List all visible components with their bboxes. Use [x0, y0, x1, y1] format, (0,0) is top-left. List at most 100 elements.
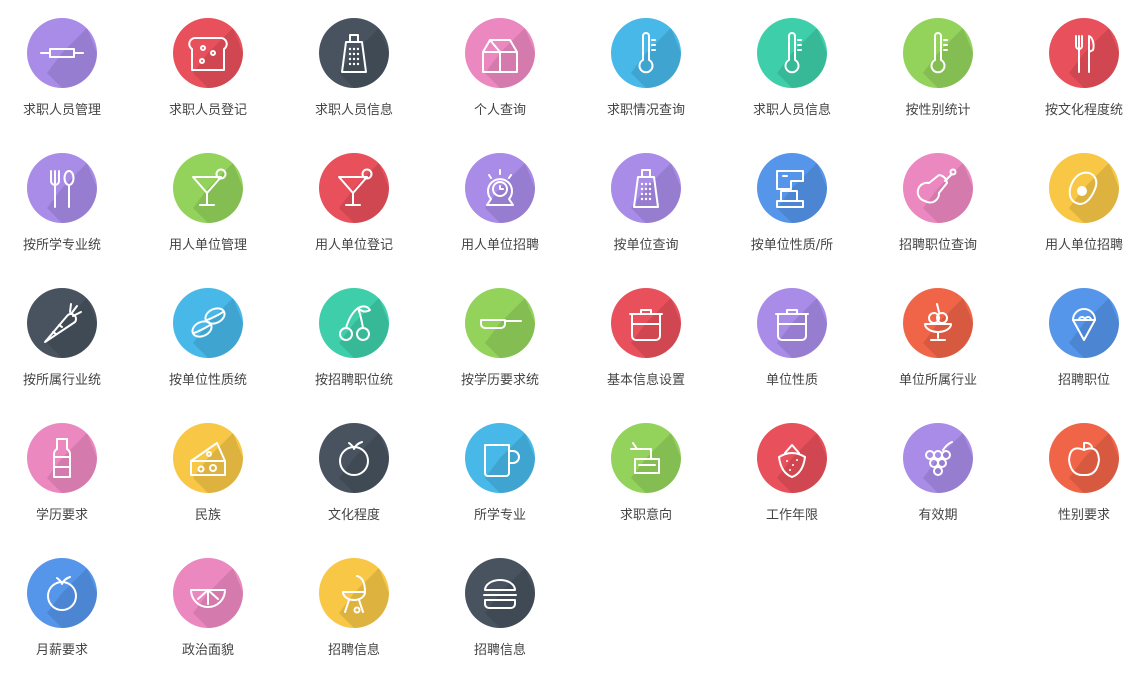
grapes-icon[interactable]	[903, 423, 973, 493]
app-tile[interactable]: 性别要求	[1011, 405, 1136, 540]
strawberry-icon[interactable]	[757, 423, 827, 493]
bottle-icon[interactable]	[27, 423, 97, 493]
app-tile[interactable]: 用人单位招聘	[427, 135, 573, 270]
app-tile[interactable]: 有效期	[865, 405, 1011, 540]
app-tile[interactable]: 按单位查询	[573, 135, 719, 270]
orange-fruit-icon[interactable]	[319, 423, 389, 493]
grater-icon[interactable]	[611, 153, 681, 223]
tile-label: 民族	[194, 508, 221, 523]
grill-icon[interactable]	[319, 558, 389, 628]
tile-label: 按招聘职位统	[314, 373, 393, 388]
app-tile[interactable]: 招聘职位查询	[865, 135, 1011, 270]
orange-fruit-icon[interactable]	[27, 558, 97, 628]
app-tile[interactable]: 按性别统计	[865, 0, 1011, 135]
tile-label: 招聘信息	[327, 643, 380, 658]
carrot-icon[interactable]	[27, 288, 97, 358]
fork-spoon-icon[interactable]	[27, 153, 97, 223]
app-tile[interactable]: 按招聘职位统	[281, 270, 427, 405]
tile-label: 用人单位管理	[168, 238, 247, 253]
app-tile[interactable]: 按单位性质/所	[719, 135, 865, 270]
cocktail-icon[interactable]	[173, 153, 243, 223]
tile-label: 求职人员信息	[752, 103, 831, 118]
tile-label: 求职人员信息	[314, 103, 393, 118]
sundae-icon[interactable]	[903, 288, 973, 358]
avocado-icon[interactable]	[1049, 153, 1119, 223]
app-tile[interactable]: 用人单位登记	[281, 135, 427, 270]
app-tile[interactable]: 按单位性质统	[135, 270, 281, 405]
tile-label: 所学专业	[473, 508, 526, 523]
burger-icon[interactable]	[465, 558, 535, 628]
tile-label: 文化程度	[327, 508, 380, 523]
app-tile[interactable]: 学历要求	[0, 405, 135, 540]
app-tile[interactable]: 按所学专业统	[0, 135, 135, 270]
app-tile[interactable]: 求职人员信息	[719, 0, 865, 135]
tile-label: 性别要求	[1057, 508, 1110, 523]
tile-label: 按所属行业统	[22, 373, 101, 388]
tile-label: 按学历要求统	[460, 373, 539, 388]
tile-label: 按所学专业统	[22, 238, 101, 253]
app-tile[interactable]: 用人单位管理	[135, 135, 281, 270]
fork-knife-icon[interactable]	[1049, 18, 1119, 88]
mixer-icon[interactable]	[757, 153, 827, 223]
cheese-icon[interactable]	[173, 423, 243, 493]
app-tile[interactable]: 招聘信息	[281, 540, 427, 675]
app-tile[interactable]: 求职人员管理	[0, 0, 135, 135]
app-tile[interactable]: 用人单位招聘	[1011, 135, 1136, 270]
ice-cream-icon[interactable]	[1049, 288, 1119, 358]
app-tile[interactable]: 招聘职位	[1011, 270, 1136, 405]
tile-label: 用人单位招聘	[460, 238, 539, 253]
app-tile[interactable]: 基本信息设置	[573, 270, 719, 405]
cherry-icon[interactable]	[319, 288, 389, 358]
rolling-pin-icon[interactable]	[27, 18, 97, 88]
app-tile[interactable]: 求职人员登记	[135, 0, 281, 135]
tile-label: 求职情况查询	[606, 103, 685, 118]
app-tile[interactable]: 所学专业	[427, 405, 573, 540]
tile-label: 按单位性质统	[168, 373, 247, 388]
thermometer-icon[interactable]	[903, 18, 973, 88]
app-tile[interactable]: 求职情况查询	[573, 0, 719, 135]
tile-label: 招聘职位查询	[898, 238, 977, 253]
mug-icon[interactable]	[465, 423, 535, 493]
fryer-icon[interactable]	[611, 423, 681, 493]
app-tile[interactable]: 政治面貌	[135, 540, 281, 675]
coffee-beans-icon[interactable]	[173, 288, 243, 358]
pot-icon[interactable]	[611, 288, 681, 358]
thermometer-icon[interactable]	[611, 18, 681, 88]
tile-label: 按单位性质/所	[750, 238, 834, 253]
app-tile[interactable]: 按文化程度统	[1011, 0, 1136, 135]
tile-label: 求职人员登记	[168, 103, 247, 118]
lemon-slice-icon[interactable]	[173, 558, 243, 628]
app-tile[interactable]: 按所属行业统	[0, 270, 135, 405]
app-tile[interactable]: 单位所属行业	[865, 270, 1011, 405]
milk-carton-icon[interactable]	[465, 18, 535, 88]
tile-label: 工作年限	[765, 508, 818, 523]
app-tile[interactable]: 个人查询	[427, 0, 573, 135]
app-tile[interactable]: 招聘信息	[427, 540, 573, 675]
pot-icon[interactable]	[757, 288, 827, 358]
frying-pan-icon[interactable]	[465, 288, 535, 358]
tile-label: 有效期	[918, 508, 958, 523]
grater-icon[interactable]	[319, 18, 389, 88]
drumstick-icon[interactable]	[903, 153, 973, 223]
tile-label: 求职人员管理	[22, 103, 101, 118]
tile-label: 月薪要求	[35, 643, 88, 658]
app-tile[interactable]: 单位性质	[719, 270, 865, 405]
tile-label: 政治面貌	[181, 643, 234, 658]
tile-label: 求职意向	[619, 508, 672, 523]
app-tile[interactable]: 求职人员信息	[281, 0, 427, 135]
bread-icon[interactable]	[173, 18, 243, 88]
thermometer-icon[interactable]	[757, 18, 827, 88]
tile-label: 单位所属行业	[898, 373, 977, 388]
timer-icon[interactable]	[465, 153, 535, 223]
app-tile[interactable]: 工作年限	[719, 405, 865, 540]
app-tile[interactable]: 求职意向	[573, 405, 719, 540]
tile-label: 单位性质	[765, 373, 818, 388]
cocktail-icon[interactable]	[319, 153, 389, 223]
tile-label: 基本信息设置	[606, 373, 685, 388]
app-tile[interactable]: 月薪要求	[0, 540, 135, 675]
tile-label: 招聘职位	[1057, 373, 1110, 388]
app-tile[interactable]: 按学历要求统	[427, 270, 573, 405]
app-tile[interactable]: 民族	[135, 405, 281, 540]
app-tile[interactable]: 文化程度	[281, 405, 427, 540]
apple-icon[interactable]	[1049, 423, 1119, 493]
